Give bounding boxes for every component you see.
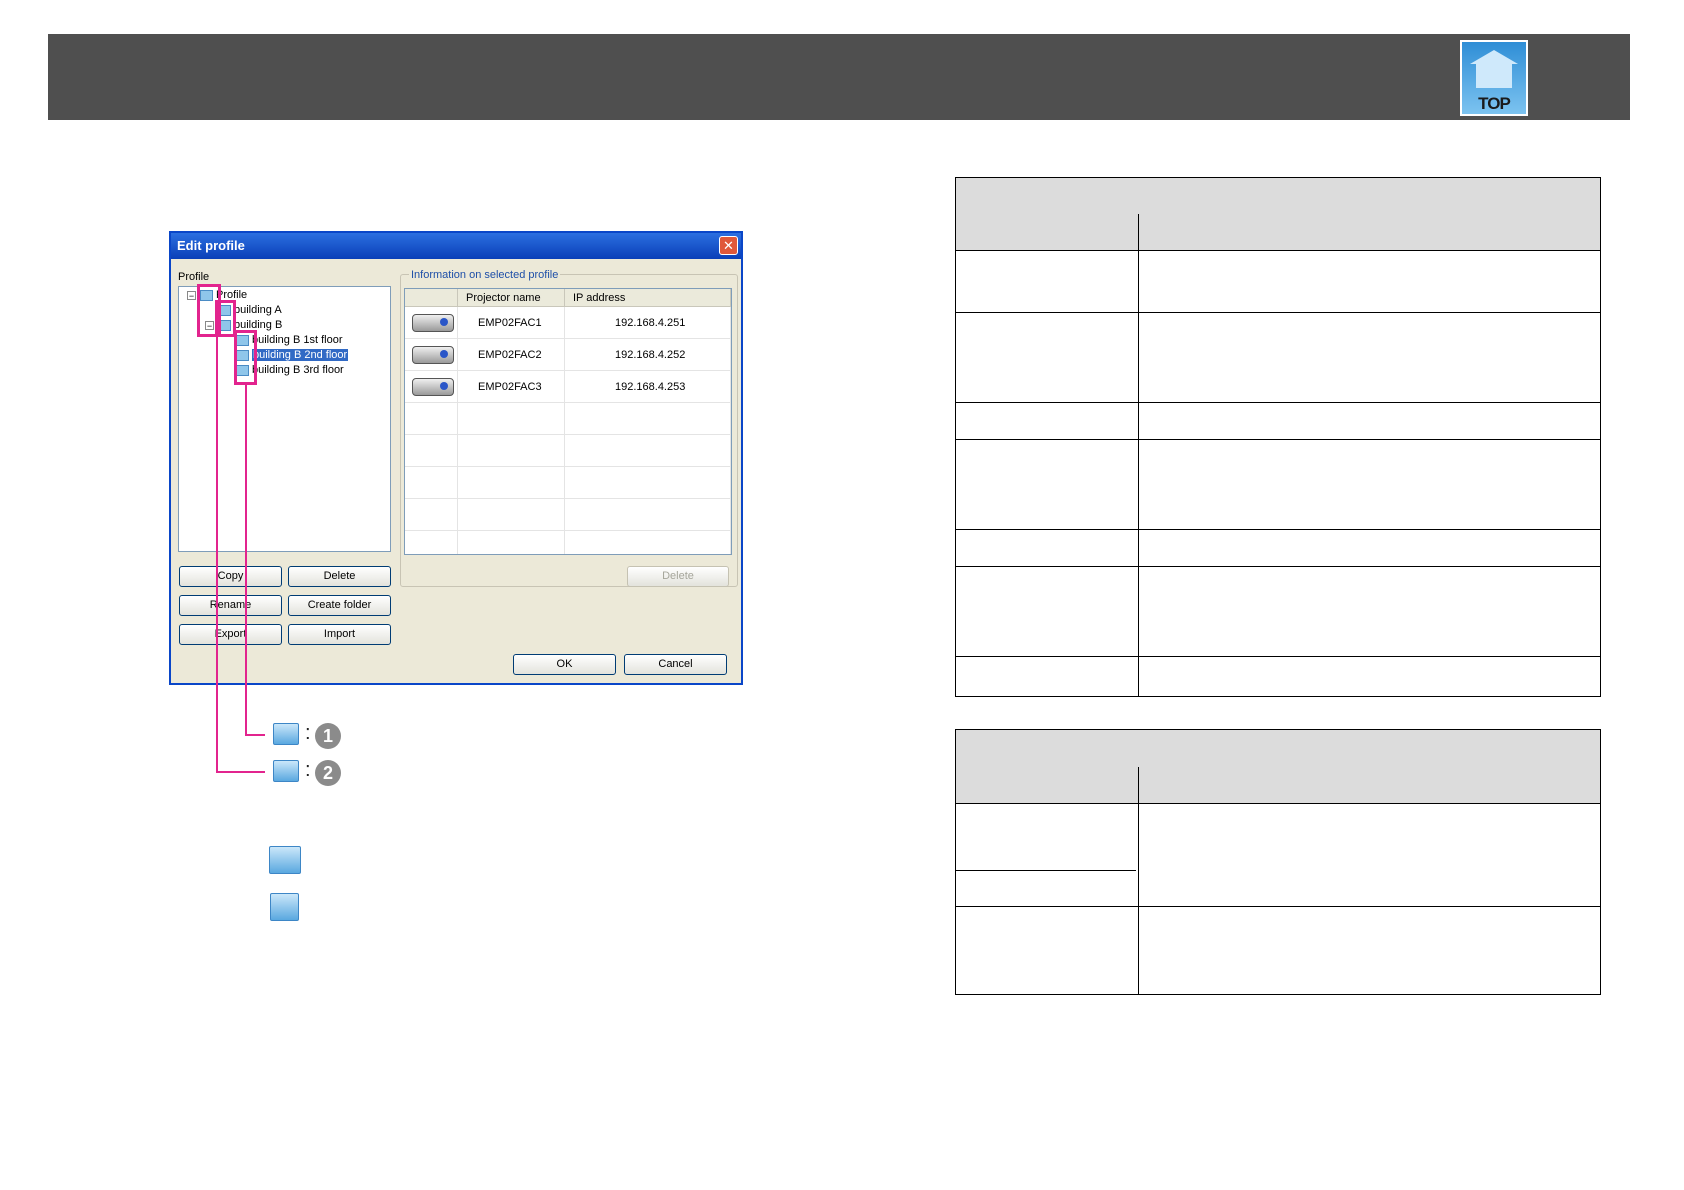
table-2-divider [1138, 767, 1139, 994]
top-link[interactable]: TOP [1460, 40, 1528, 116]
callout-line-2 [216, 337, 218, 773]
callout-line-2-h [216, 771, 265, 773]
import-button[interactable]: Import [288, 624, 391, 645]
table-2-header-row [956, 767, 1600, 804]
profile-label: Profile [178, 271, 210, 283]
projector-name: EMP02FAC2 [457, 338, 565, 371]
legend-number-1: 1 [315, 723, 341, 749]
projector-ip: 192.168.4.253 [564, 370, 731, 403]
table-row [956, 312, 1600, 403]
table-row[interactable]: EMP02FAC3 192.168.4.253 [405, 370, 731, 403]
table-row [956, 870, 1600, 907]
rename-button[interactable]: Rename [179, 595, 282, 616]
copy-button[interactable]: Copy [179, 566, 282, 587]
table-1 [955, 177, 1601, 697]
delete-button[interactable]: Delete [288, 566, 391, 587]
projector-ip: 192.168.4.251 [564, 306, 731, 339]
top-label: TOP [1478, 94, 1511, 113]
table-row [956, 250, 1600, 313]
callout-box-folder-b [215, 300, 236, 337]
create-folder-button[interactable]: Create folder [288, 595, 391, 616]
folder-icon [273, 760, 299, 782]
callout-line-1 [245, 385, 247, 736]
legend-number-2: 2 [315, 760, 341, 786]
folder-group-icon [273, 723, 299, 745]
table-1-divider [1138, 214, 1139, 696]
header-bar [48, 34, 1630, 120]
grid-header-ip[interactable]: IP address [564, 289, 731, 307]
table-row[interactable]: EMP02FAC2 192.168.4.252 [405, 338, 731, 371]
table-row[interactable] [405, 402, 731, 435]
projector-name: EMP02FAC1 [457, 306, 565, 339]
dialog-title: Edit profile [177, 238, 245, 253]
table-row[interactable] [405, 498, 731, 531]
legend-separator-1: : [305, 722, 311, 744]
table-row [956, 402, 1600, 440]
grid-delete-button[interactable]: Delete [627, 566, 729, 587]
table-row [956, 439, 1600, 530]
table-1-title-row [956, 178, 1600, 215]
table-1-header-row [956, 214, 1600, 251]
projector-icon [412, 345, 454, 364]
table-row [956, 803, 1136, 871]
cancel-button[interactable]: Cancel [624, 654, 727, 675]
folder-group-icon-large [269, 846, 301, 874]
info-group-label: Information on selected profile [409, 269, 561, 281]
grid-header-icon [405, 289, 458, 307]
callout-line-1-h [245, 734, 265, 736]
grid-header-name[interactable]: Projector name [457, 289, 565, 307]
table-row [956, 566, 1600, 657]
dialog-titlebar: Edit profile ✕ [171, 233, 741, 259]
house-icon [1476, 62, 1512, 88]
projector-name: EMP02FAC3 [457, 370, 565, 403]
projector-ip: 192.168.4.252 [564, 338, 731, 371]
close-button[interactable]: ✕ [719, 236, 738, 255]
projector-icon [412, 377, 454, 396]
edit-profile-dialog: Edit profile ✕ Profile Information on se… [169, 231, 743, 685]
projector-icon [412, 313, 454, 332]
callout-box-floors [234, 330, 257, 385]
table-2-title-row [956, 730, 1600, 768]
ok-button[interactable]: OK [513, 654, 616, 675]
table-row[interactable] [405, 434, 731, 467]
table-row[interactable] [405, 530, 731, 554]
table-row[interactable] [405, 466, 731, 499]
export-button[interactable]: Export [179, 624, 282, 645]
table-row [956, 529, 1600, 567]
legend-separator-2: : [305, 759, 311, 781]
folder-icon-large [270, 893, 299, 921]
table-2 [955, 729, 1601, 995]
expander-profile[interactable]: − [187, 291, 196, 301]
table-row[interactable]: EMP02FAC1 192.168.4.251 [405, 306, 731, 339]
projector-grid[interactable]: Projector name IP address EMP02FAC1 192.… [404, 288, 732, 555]
